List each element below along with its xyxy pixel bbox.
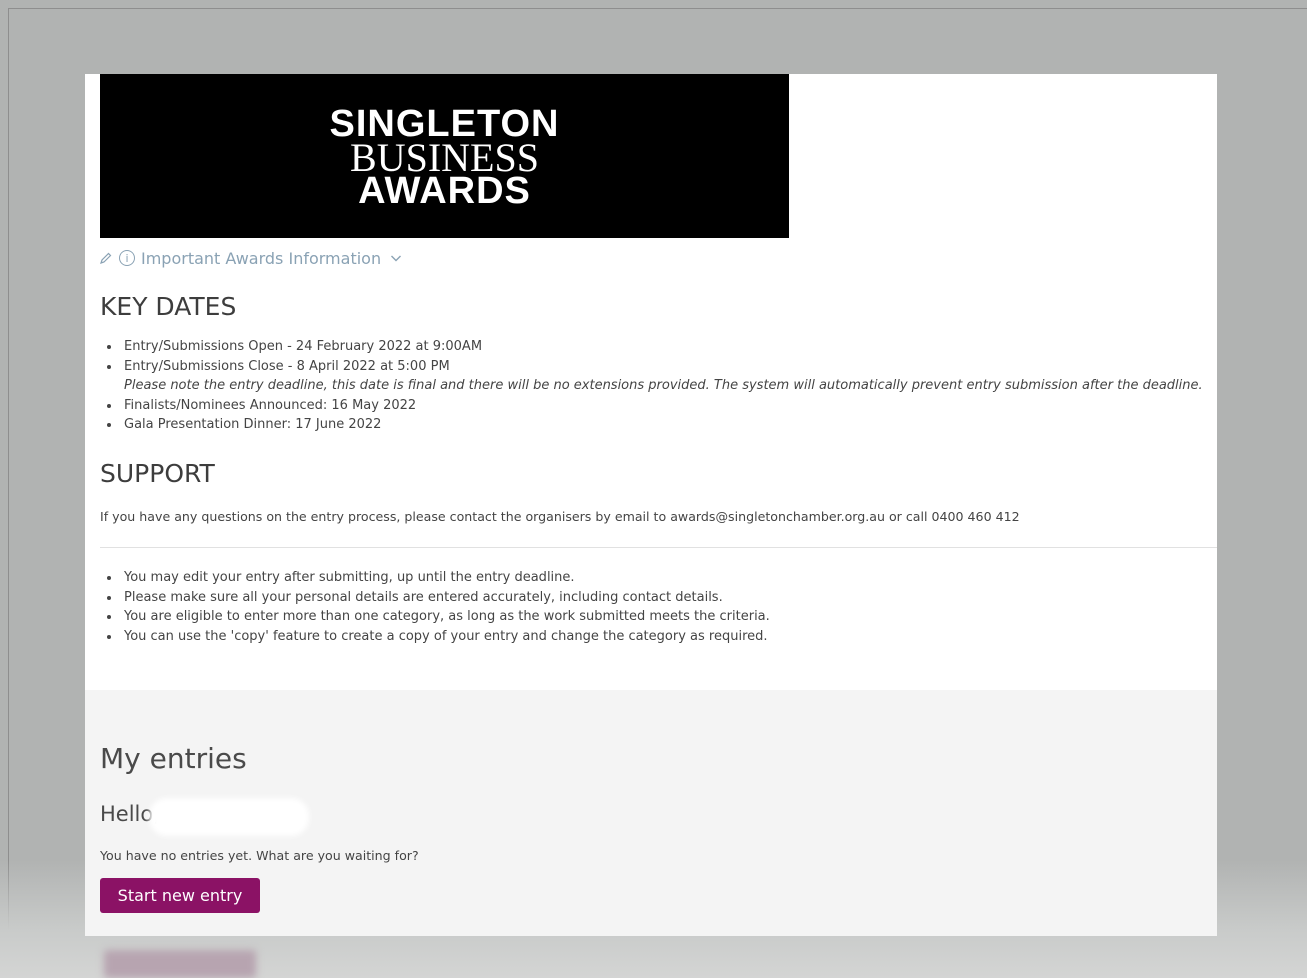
support-heading: SUPPORT [100,459,215,488]
start-new-entry-button[interactable]: Start new entry [100,878,260,913]
logo-line-awards: AWARDS [358,170,531,212]
support-text: If you have any questions on the entry p… [100,509,1020,524]
important-info-label[interactable]: Important Awards Information [141,249,381,268]
key-dates-heading: KEY DATES [100,292,237,321]
awards-banner: SINGLETON BUSINESS AWARDS [100,74,789,238]
list-item: Please make sure all your personal detai… [100,588,770,608]
divider [100,547,1217,548]
chevron-down-icon[interactable] [389,251,403,265]
no-entries-text: You have no entries yet. What are you wa… [100,848,419,863]
list-item: You may edit your entry after submitting… [100,568,770,588]
list-item: Finalists/Nominees Announced: 16 May 202… [100,396,1203,416]
deadline-note: Please note the entry deadline, this dat… [124,378,1203,394]
my-entries-section: My entries Hello, You have no entries ye… [85,690,1217,936]
list-item: Gala Presentation Dinner: 17 June 2022 [100,415,1203,435]
info-icon: i [119,250,135,266]
important-info-toggle[interactable]: i Important Awards Information [99,248,403,268]
list-item: You are eligible to enter more than one … [100,607,770,627]
blurred-button-reflection [104,950,256,978]
list-item: You can use the 'copy' feature to create… [100,627,770,647]
my-entries-title: My entries [100,742,247,775]
list-item: Entry/Submissions Close - 8 April 2022 a… [100,357,1203,377]
list-item: Entry/Submissions Open - 24 February 202… [100,337,1203,357]
redacted-name [149,798,309,836]
edit-icon[interactable] [99,251,113,265]
key-dates-list: Entry/Submissions Open - 24 February 202… [100,337,1203,435]
tips-list: You may edit your entry after submitting… [100,568,770,646]
awards-page-card: SINGLETON BUSINESS AWARDS i Important Aw… [85,74,1217,936]
